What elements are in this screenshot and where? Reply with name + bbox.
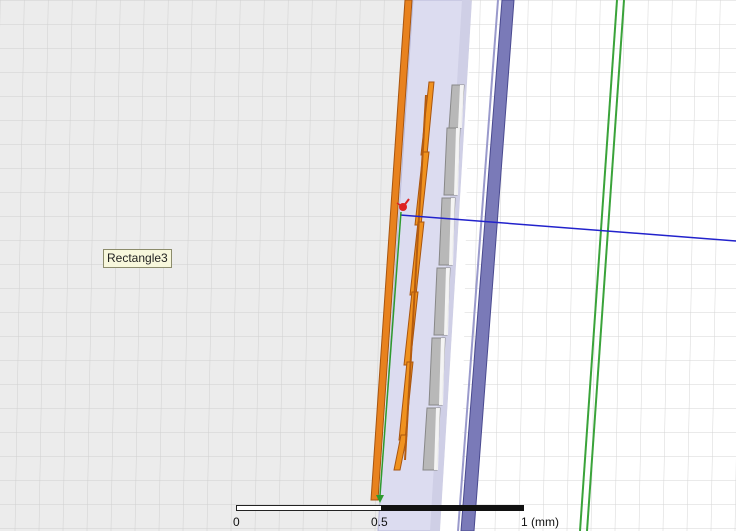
scale-ruler-white-segment [236, 505, 382, 511]
scale-tick-0: 0 [233, 515, 240, 529]
object-tooltip: Rectangle3 [103, 249, 172, 268]
scale-tick-end: 1 (mm) [521, 515, 559, 529]
scale-tick-mid: 0.5 [371, 515, 388, 529]
3d-modeler-viewport[interactable]: Rectangle3 0 0.5 1 (mm) [0, 0, 736, 531]
scale-ruler-black-segment [381, 505, 524, 511]
scale-ruler [236, 505, 524, 511]
